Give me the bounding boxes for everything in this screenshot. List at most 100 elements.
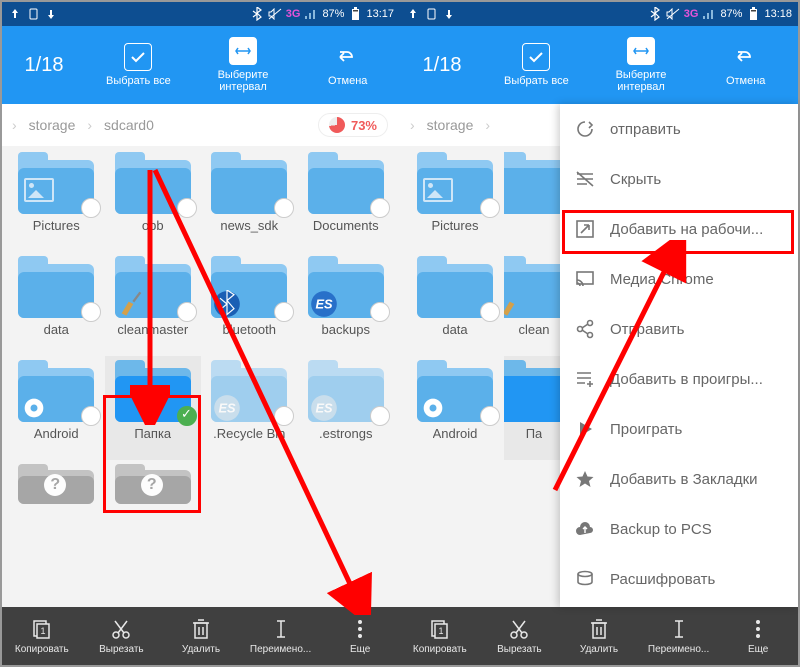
range-icon xyxy=(627,37,655,65)
select-circle[interactable] xyxy=(81,302,101,322)
menu-backup[interactable]: Backup to PCS xyxy=(560,504,798,554)
select-circle[interactable] xyxy=(81,406,101,426)
broom-icon xyxy=(504,290,526,318)
select-all-button[interactable]: Выбрать все xyxy=(86,39,191,91)
battery-icon xyxy=(348,7,362,21)
menu-add-playlist[interactable]: Добавить в проигры... xyxy=(560,354,798,404)
breadcrumb-seg[interactable]: storage xyxy=(421,117,480,133)
es-badge-icon: ES xyxy=(213,394,241,422)
select-circle[interactable] xyxy=(177,198,197,218)
cancel-button[interactable]: Отмена xyxy=(295,39,400,91)
select-circle[interactable] xyxy=(370,302,390,322)
signal-icon xyxy=(702,7,716,21)
select-range-button[interactable]: Выберите интервал xyxy=(191,33,296,97)
no-sound-icon xyxy=(666,7,680,21)
storage-badge[interactable]: 73% xyxy=(318,113,388,137)
breadcrumb-seg[interactable]: sdcard0 xyxy=(98,117,160,133)
folder-item[interactable]: clean xyxy=(504,252,564,356)
folder-item[interactable]: ES.Recycle Bin xyxy=(201,356,298,460)
menu-add-desktop[interactable]: Добавить на рабочи... xyxy=(560,204,798,254)
star-icon xyxy=(574,468,596,490)
folder-item[interactable]: obb xyxy=(105,148,202,252)
menu-share[interactable]: Отправить xyxy=(560,304,798,354)
battery-pct: 87% xyxy=(720,8,742,20)
scissors-icon xyxy=(507,617,531,641)
select-circle[interactable] xyxy=(480,198,500,218)
more-button[interactable]: Еще xyxy=(718,607,798,665)
pie-icon xyxy=(329,117,345,133)
menu-media-chrome[interactable]: Медиа Chrome xyxy=(560,254,798,304)
more-button[interactable]: Еще xyxy=(320,607,400,665)
more-vert-icon xyxy=(746,617,770,641)
range-icon xyxy=(229,37,257,65)
no-sound-icon xyxy=(268,7,282,21)
cursor-icon xyxy=(667,617,691,641)
select-circle[interactable] xyxy=(370,198,390,218)
battery-pct: 87% xyxy=(322,8,344,20)
clipboard-icon xyxy=(424,7,438,21)
select-circle[interactable] xyxy=(177,302,197,322)
select-circle[interactable] xyxy=(370,406,390,426)
select-circle-checked[interactable] xyxy=(177,406,197,426)
check-icon xyxy=(124,43,152,71)
folder-item[interactable]: cleanmaster xyxy=(105,252,202,356)
select-circle[interactable] xyxy=(480,302,500,322)
svg-text:1: 1 xyxy=(40,626,45,636)
folder-item[interactable]: Pictures xyxy=(406,148,504,252)
share-icon xyxy=(574,318,596,340)
svg-text:1: 1 xyxy=(438,626,443,636)
select-range-button[interactable]: Выберите интервал xyxy=(589,33,694,97)
folder-item-selected[interactable]: Па xyxy=(504,356,564,460)
cursor-icon xyxy=(269,617,293,641)
select-circle[interactable] xyxy=(274,406,294,426)
menu-send[interactable]: отправить xyxy=(560,104,798,154)
folder-item[interactable]: ? xyxy=(105,460,202,508)
shortcut-icon xyxy=(574,218,596,240)
folder-item[interactable]: bluetooth xyxy=(201,252,298,356)
es-badge-icon: ES xyxy=(310,394,338,422)
folder-item[interactable]: Documents xyxy=(298,148,395,252)
svg-text:ES: ES xyxy=(219,401,237,416)
folder-item-selected[interactable]: Папка xyxy=(105,356,202,460)
action-toolbar: 1/18 Выбрать все Выберите интервал Отмен… xyxy=(400,26,798,104)
menu-hide[interactable]: Скрыть xyxy=(560,154,798,204)
copy-button[interactable]: 1Копировать xyxy=(2,607,82,665)
menu-bookmark[interactable]: Добавить в Закладки xyxy=(560,454,798,504)
es-badge-icon: ES xyxy=(310,290,338,318)
chevron-right-icon: › xyxy=(479,117,496,133)
select-circle[interactable] xyxy=(274,198,294,218)
folder-item[interactable]: data xyxy=(8,252,105,356)
folder-item[interactable]: Pictures xyxy=(8,148,105,252)
menu-play[interactable]: Проиграть xyxy=(560,404,798,454)
delete-button[interactable]: Удалить xyxy=(161,607,241,665)
folder-item[interactable]: news_sdk xyxy=(201,148,298,252)
folder-item[interactable]: data xyxy=(406,252,504,356)
cut-button[interactable]: Вырезать xyxy=(480,607,560,665)
folder-item[interactable]: ? xyxy=(8,460,105,508)
rename-button[interactable]: Переимено... xyxy=(241,607,321,665)
chevron-right-icon: › xyxy=(81,117,98,133)
undo-icon xyxy=(732,43,760,71)
folder-item[interactable]: ES.estrongs xyxy=(298,356,395,460)
svg-text:ES: ES xyxy=(315,401,333,416)
rename-button[interactable]: Переимено... xyxy=(639,607,719,665)
select-circle[interactable] xyxy=(480,406,500,426)
bottom-bar: 1Копировать Вырезать Удалить Переимено..… xyxy=(400,607,798,665)
breadcrumb-seg[interactable]: storage xyxy=(23,117,82,133)
cancel-button[interactable]: Отмена xyxy=(693,39,798,91)
select-circle[interactable] xyxy=(81,198,101,218)
cut-button[interactable]: Вырезать xyxy=(82,607,162,665)
select-all-button[interactable]: Выбрать все xyxy=(484,39,589,91)
bluetooth-icon xyxy=(250,7,264,21)
folder-item[interactable] xyxy=(504,148,564,252)
network-label: 3G xyxy=(286,8,301,20)
folder-item[interactable]: Android xyxy=(8,356,105,460)
select-circle[interactable] xyxy=(274,302,294,322)
decrypt-icon xyxy=(574,568,596,590)
delete-button[interactable]: Удалить xyxy=(559,607,639,665)
folder-item[interactable]: ESbackups xyxy=(298,252,395,356)
copy-button[interactable]: 1Копировать xyxy=(400,607,480,665)
folder-item[interactable]: Android xyxy=(406,356,504,460)
scissors-icon xyxy=(109,617,133,641)
menu-decrypt[interactable]: Расшифровать xyxy=(560,554,798,604)
